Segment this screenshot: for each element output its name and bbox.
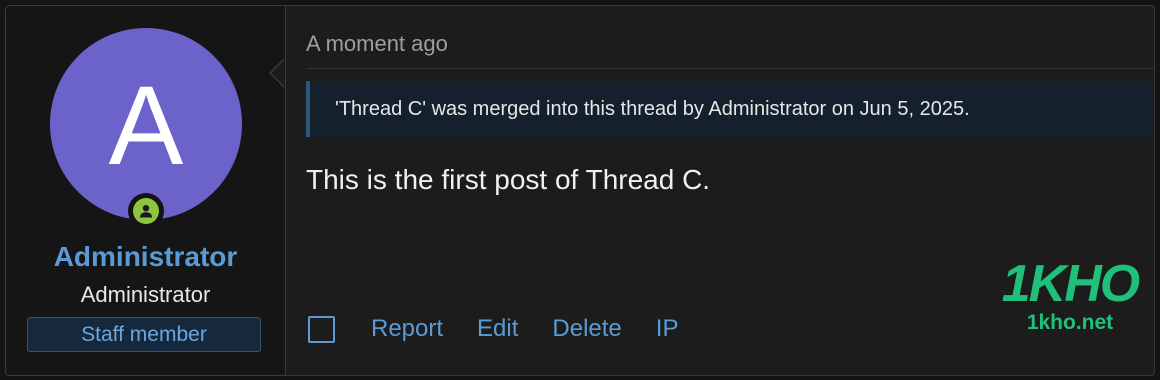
delete-link[interactable]: Delete [552,315,621,343]
watermark-logo-text: 1KHO [1001,255,1140,313]
ip-link[interactable]: IP [656,315,679,343]
post-arrow-inner [271,59,285,87]
staff-member-banner: Staff member [27,317,261,352]
message-post: A Administrator Administrator Staff memb… [5,5,1155,376]
user-icon [133,198,159,224]
post-actions: Report Edit Delete IP [308,311,712,347]
header-divider [306,68,1154,69]
avatar-letter: A [108,63,184,188]
checkbox-icon[interactable] [308,315,335,343]
merge-notice: 'Thread C' was merged into this thread b… [306,81,1154,137]
post-body: This is the first post of Thread C. [306,164,711,195]
edit-link[interactable]: Edit [477,315,518,343]
post-date-link[interactable]: A moment ago [306,31,448,57]
report-link[interactable]: Report [371,315,443,343]
avatar[interactable]: A [50,28,242,220]
post-main: A moment ago 'Thread C' was merged into … [286,6,1154,375]
user-panel: A Administrator Administrator Staff memb… [6,6,286,375]
watermark-url: 1kho.net [1026,311,1114,334]
username-link[interactable]: Administrator [6,241,285,273]
user-title: Administrator [80,282,211,307]
online-status-badge [128,193,164,229]
watermark-logo: 1KHO 1kho.net [1000,256,1140,334]
